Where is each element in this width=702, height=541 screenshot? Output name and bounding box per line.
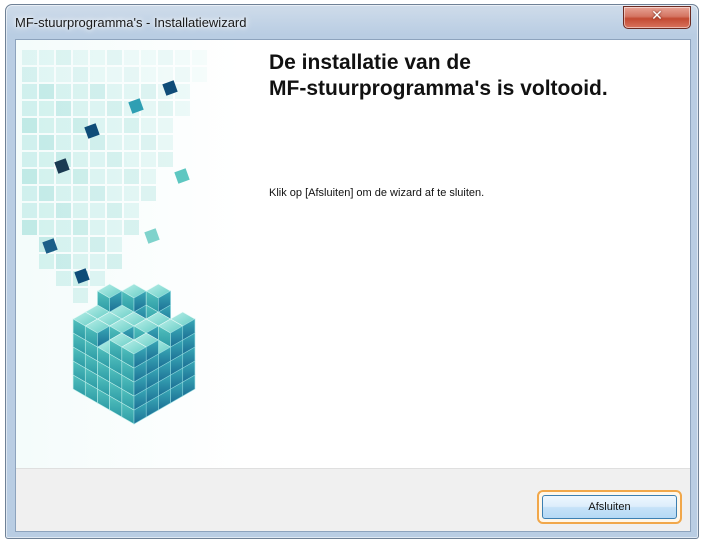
finish-button-face: Afsluiten	[542, 495, 677, 519]
finish-button[interactable]: Afsluiten	[537, 490, 682, 524]
finish-button-label: Afsluiten	[588, 501, 631, 513]
completion-heading: De installatie van de MF-stuurprogramma'…	[269, 50, 679, 102]
close-icon: ✕	[651, 8, 663, 24]
window-title: MF-stuurprogramma's - Installatiewizard	[15, 15, 247, 30]
cube-artwork-icon	[16, 40, 242, 468]
heading-line-1: De installatie van de	[269, 51, 471, 74]
installer-window: MF-stuurprogramma's - Installatiewizard …	[5, 4, 699, 539]
wizard-client-area: De installatie van de MF-stuurprogramma'…	[15, 39, 691, 532]
heading-line-2: MF-stuurprogramma's is voltooid.	[269, 77, 608, 100]
wizard-footer: Afsluiten	[16, 468, 690, 531]
title-bar[interactable]: MF-stuurprogramma's - Installatiewizard …	[6, 5, 698, 39]
wizard-side-graphic	[16, 40, 242, 468]
instruction-text: Klik op [Afsluiten] om de wizard af te s…	[269, 187, 485, 199]
close-button[interactable]: ✕	[623, 6, 691, 29]
